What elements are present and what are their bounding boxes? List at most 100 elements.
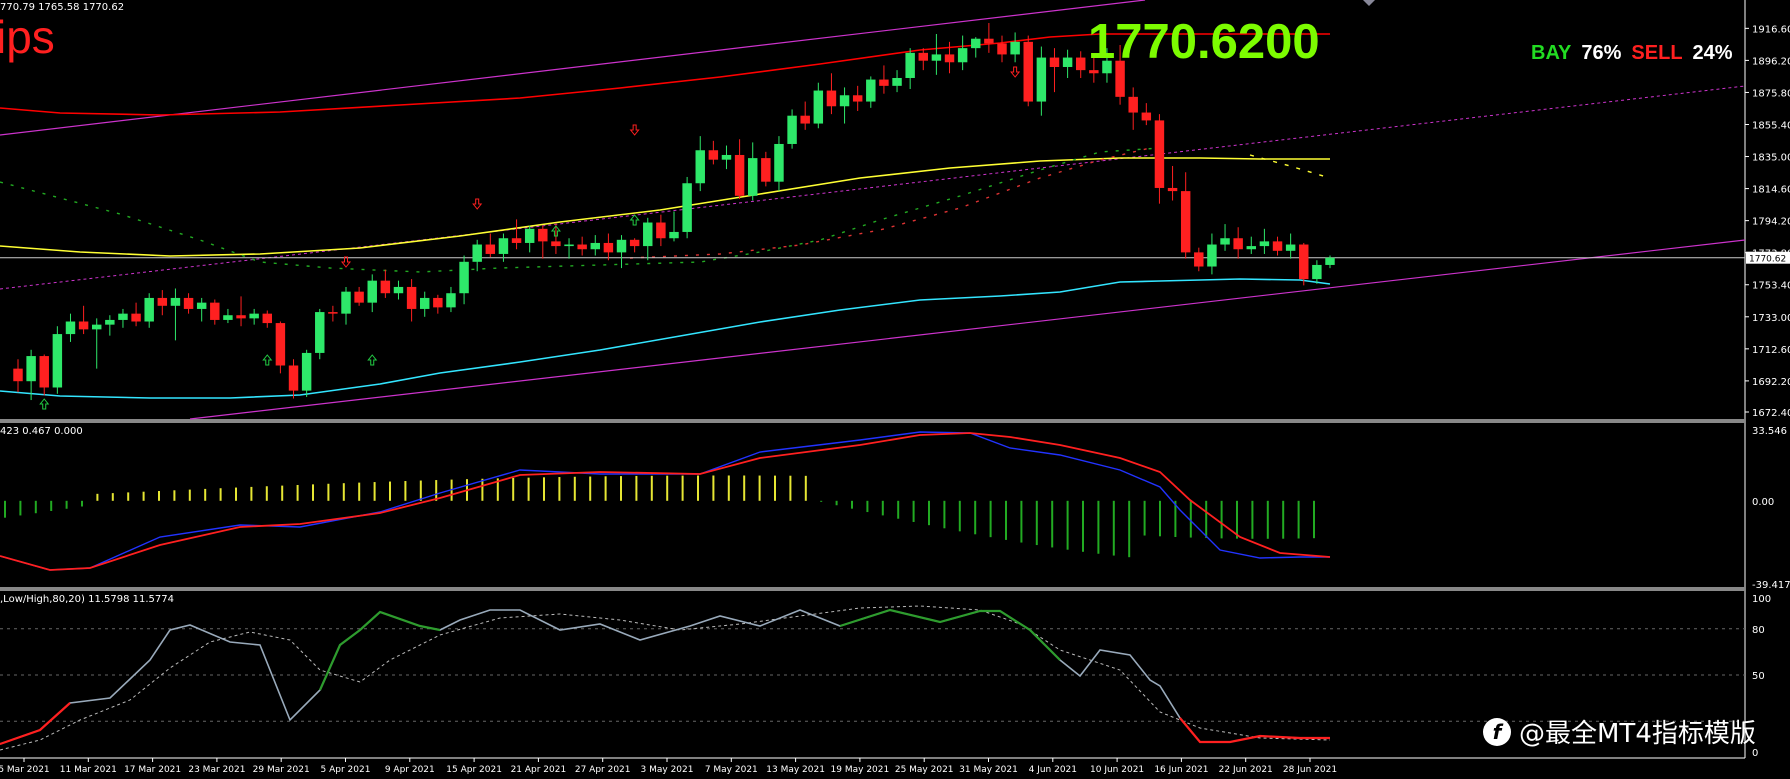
candle-body bbox=[196, 302, 207, 309]
candle-body bbox=[157, 297, 168, 306]
candle-body bbox=[761, 158, 771, 182]
candle-body bbox=[144, 297, 154, 322]
candle-body bbox=[511, 238, 522, 243]
candle-body bbox=[354, 291, 364, 303]
candle-body bbox=[78, 321, 89, 330]
y-tick-label: 1692.20 bbox=[1752, 377, 1790, 388]
candle-body bbox=[1220, 238, 1230, 245]
stochastic-y-label: 100 bbox=[1752, 594, 1771, 605]
arrow-down-icon bbox=[629, 124, 640, 136]
x-tick-label: 4 Jun 2021 bbox=[1029, 765, 1077, 775]
candle-body bbox=[1194, 252, 1204, 267]
candle-body bbox=[984, 38, 994, 44]
candle-body bbox=[131, 313, 141, 322]
candle-body bbox=[944, 54, 955, 63]
buy-label: BAY bbox=[1531, 42, 1572, 64]
candle-body bbox=[1325, 257, 1335, 265]
macd-y-label: 0.00 bbox=[1752, 497, 1774, 508]
candle-body bbox=[223, 315, 233, 320]
candle-body bbox=[564, 244, 574, 247]
candle-body bbox=[1089, 70, 1099, 74]
stochastic-main-line bbox=[0, 609, 1330, 745]
channel-lower-line bbox=[189, 239, 1746, 420]
candle-body bbox=[538, 228, 548, 242]
candle-body bbox=[419, 297, 430, 309]
x-tick-label: 23 Mar 2021 bbox=[188, 765, 245, 775]
candle-body bbox=[524, 228, 535, 243]
x-tick-label: 9 Apr 2021 bbox=[385, 765, 435, 775]
candle-body bbox=[629, 239, 640, 247]
candle-body bbox=[498, 238, 509, 254]
candle-body bbox=[1299, 244, 1309, 280]
y-tick-label: 1753.40 bbox=[1752, 281, 1790, 292]
macd-signal-line bbox=[0, 431, 1330, 571]
y-tick-label: 1814.60 bbox=[1752, 185, 1790, 196]
candle-body bbox=[852, 95, 863, 102]
candle-body bbox=[590, 242, 601, 250]
x-tick-label: 19 May 2021 bbox=[831, 765, 890, 775]
arrow-up-icon bbox=[629, 214, 640, 226]
arrow-down-icon bbox=[472, 198, 483, 210]
candle-body bbox=[1207, 244, 1217, 267]
candle-body bbox=[826, 90, 837, 107]
x-tick-label: 5 Apr 2021 bbox=[321, 765, 371, 775]
candle-body bbox=[52, 334, 63, 388]
candle-body bbox=[577, 244, 587, 250]
sentiment-panel: BAY 76% SELL 24% bbox=[1531, 42, 1733, 65]
candle-body bbox=[1167, 187, 1178, 192]
chart-canvas[interactable]: 1916.60 1896.20 1875.80 1855.40 1835.00 1814.… bbox=[0, 0, 1790, 779]
watermark: f @最全MT4指标模版 bbox=[1483, 713, 1756, 750]
candle-body bbox=[813, 90, 824, 124]
candle-body bbox=[105, 319, 115, 325]
candle-body bbox=[433, 297, 443, 308]
x-tick-label: 28 Jun 2021 bbox=[1283, 765, 1337, 775]
candle-body bbox=[1049, 57, 1060, 67]
candle-body bbox=[1180, 191, 1191, 253]
candle-body bbox=[971, 38, 981, 49]
x-tick-label: 7 May 2021 bbox=[705, 765, 758, 775]
candle-body bbox=[918, 52, 929, 61]
arrow-up-icon bbox=[367, 354, 378, 366]
candle-body bbox=[603, 242, 614, 253]
y-tick-label: 1855.40 bbox=[1752, 120, 1790, 131]
candle-body bbox=[892, 77, 902, 86]
stochastic-signal-line bbox=[0, 605, 1331, 751]
candle-body bbox=[65, 321, 76, 335]
candle-body bbox=[1246, 246, 1257, 250]
candle-body bbox=[656, 222, 666, 239]
candle-body bbox=[1062, 57, 1073, 67]
candle-body bbox=[472, 244, 482, 262]
candle-body bbox=[1010, 41, 1020, 55]
x-tick-label: 31 May 2021 bbox=[959, 765, 1018, 775]
candle-body bbox=[774, 143, 784, 182]
candle-body bbox=[695, 150, 705, 184]
candle-body bbox=[957, 48, 968, 63]
candle-body bbox=[616, 239, 627, 253]
candle-body bbox=[997, 43, 1007, 55]
y-tick-label: 1896.20 bbox=[1752, 56, 1790, 67]
candle-body bbox=[367, 280, 377, 303]
candle-body bbox=[734, 154, 745, 196]
scroll-marker-icon[interactable] bbox=[1363, 0, 1375, 6]
candle-body bbox=[446, 293, 456, 308]
candle-body bbox=[669, 231, 679, 239]
sell-label: SELL bbox=[1631, 42, 1683, 64]
candle-body bbox=[210, 302, 220, 320]
x-tick-label: 22 Jun 2021 bbox=[1219, 765, 1273, 775]
candle-body bbox=[1036, 57, 1047, 102]
candle-body bbox=[1312, 264, 1322, 280]
candle-body bbox=[931, 54, 942, 61]
candle-body bbox=[1141, 112, 1152, 121]
candle-body bbox=[800, 115, 810, 124]
x-tick-label: 27 Apr 2021 bbox=[575, 765, 631, 775]
candle-body bbox=[1259, 241, 1270, 247]
stochastic-y-label: 80 bbox=[1752, 625, 1765, 636]
y-tick-label: 1672.40 bbox=[1752, 408, 1790, 419]
candle-body bbox=[393, 286, 404, 294]
x-tick-label: 3 May 2021 bbox=[641, 765, 694, 775]
y-tick-label: 1875.80 bbox=[1752, 88, 1790, 99]
stop-line-green bbox=[0, 147, 1161, 273]
x-tick-label: 13 May 2021 bbox=[766, 765, 825, 775]
x-tick-label: 25 May 2021 bbox=[895, 765, 954, 775]
x-tick-label: 5 Mar 2021 bbox=[0, 765, 50, 775]
